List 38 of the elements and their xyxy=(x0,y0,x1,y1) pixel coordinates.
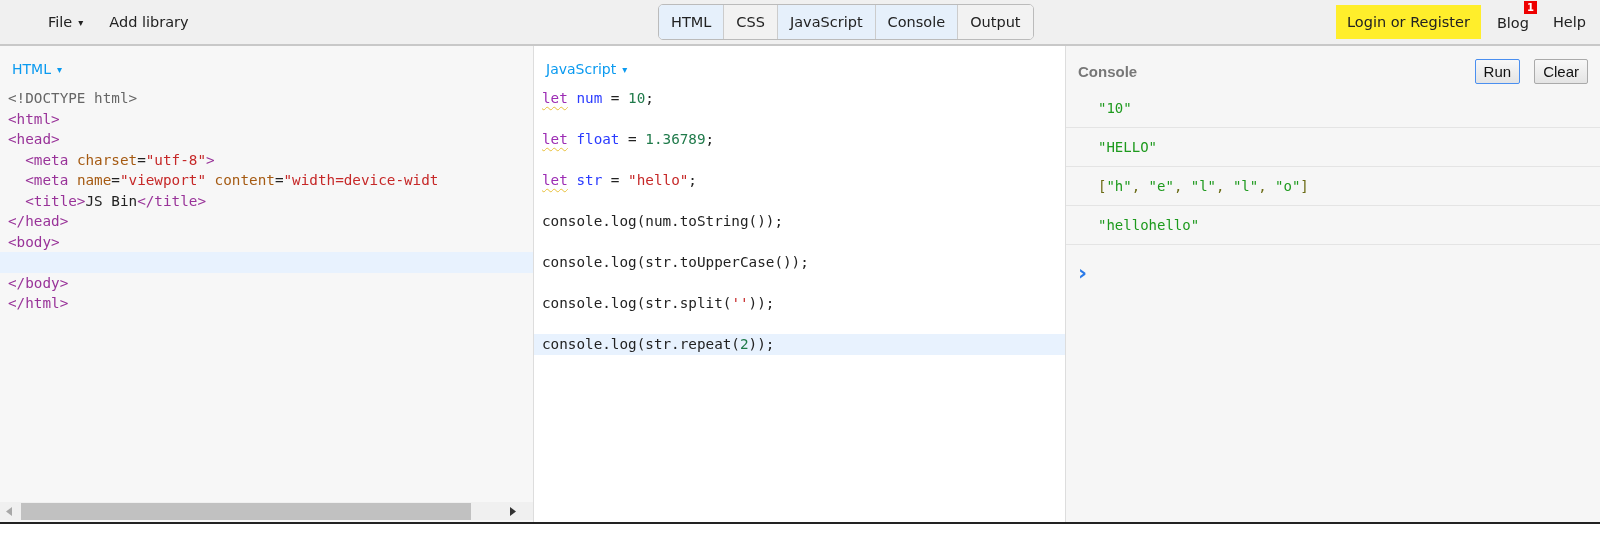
clear-button[interactable]: Clear xyxy=(1534,59,1588,84)
code-line: let str = "hello"; xyxy=(541,171,698,190)
code-line: <!DOCTYPE html> xyxy=(7,89,139,108)
code-line: console.log(str.split('')); xyxy=(541,294,776,313)
code-line: </body> xyxy=(7,273,70,293)
run-button[interactable]: Run xyxy=(1474,59,1521,84)
console-output: ["h", "e", "l", "l", "o"] xyxy=(1066,167,1600,206)
code-line: <body> xyxy=(7,232,61,252)
code-line: <meta name="viewport" content="width=device-widt xyxy=(24,171,440,190)
login-button[interactable]: Login or Register xyxy=(1336,5,1481,39)
menu-item[interactable]: File ▾ xyxy=(48,14,84,30)
menu-item[interactable]: Add library xyxy=(109,14,189,30)
code-line: console.log(num.toString()); xyxy=(541,212,784,231)
help-link[interactable]: Help xyxy=(1552,14,1586,30)
code-line: <html> xyxy=(7,109,61,129)
scroll-right-icon[interactable] xyxy=(510,507,516,516)
panel-title: Console xyxy=(1078,63,1138,80)
code-line: let float = 1.36789; xyxy=(541,130,716,149)
panel-toggle-tab[interactable]: JavaScript xyxy=(776,5,875,39)
console-output: "HELLO" xyxy=(1066,128,1600,167)
code-line: <head> xyxy=(7,130,61,149)
console-prompt[interactable]: › xyxy=(1066,245,1088,283)
code-line: console.log(str.toUpperCase()); xyxy=(541,253,810,272)
console-output: "10" xyxy=(1066,89,1600,128)
panel-toggle-tab[interactable]: Output xyxy=(957,5,1033,39)
scroll-left-icon[interactable] xyxy=(6,507,12,516)
horizontal-scrollbar[interactable] xyxy=(0,502,533,520)
code-line: let num = 10; xyxy=(541,89,655,108)
code-line: <meta charset="utf-8"> xyxy=(24,150,216,170)
code-line: </html> xyxy=(7,294,70,313)
notification-badge: 1 xyxy=(1523,0,1537,14)
scrollbar-thumb[interactable] xyxy=(21,502,471,520)
blog-link[interactable]: Blog xyxy=(1496,14,1529,31)
code-line: </head> xyxy=(7,212,70,231)
code-line: <title>JS Bin</title> xyxy=(24,191,207,211)
panel-toggle-tab[interactable]: HTML xyxy=(659,5,724,39)
panel-toggle-tab[interactable]: Console xyxy=(874,5,958,39)
console-output: "hellohello" xyxy=(1066,206,1600,245)
